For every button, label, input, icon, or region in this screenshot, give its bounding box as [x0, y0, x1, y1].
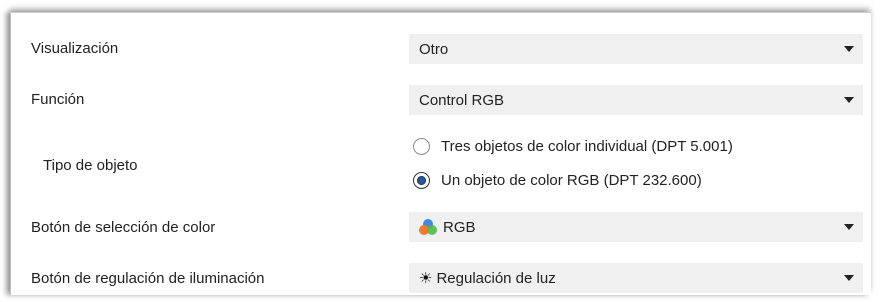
radio-option-label: Un objeto de color RGB (DPT 232.600): [441, 172, 702, 189]
dimming-dropdown[interactable]: ☀ Regulación de luz: [409, 263, 863, 293]
radio-option-label: Tres objetos de color individual (DPT 5.…: [441, 138, 733, 155]
function-label: Función: [31, 91, 85, 108]
color-selection-value: RGB: [443, 218, 476, 236]
brightness-icon: ☀: [419, 269, 433, 287]
visualization-label: Visualización: [31, 40, 119, 57]
color-selection-dropdown[interactable]: RGB: [409, 212, 863, 242]
chevron-down-icon: [844, 97, 854, 103]
settings-panel: Visualización Otro Función Control RGB T…: [10, 12, 871, 295]
visualization-dropdown[interactable]: Otro: [409, 34, 863, 64]
radio-option-individual[interactable]: Tres objetos de color individual (DPT 5.…: [413, 138, 733, 155]
chevron-down-icon: [844, 275, 854, 281]
dimming-label: Botón de regulación de iluminación: [31, 270, 265, 287]
radio-option-rgb[interactable]: Un objeto de color RGB (DPT 232.600): [413, 172, 702, 189]
chevron-down-icon: [844, 224, 854, 230]
rgb-color-icon: [419, 219, 437, 235]
object-type-label: Tipo de objeto: [43, 157, 138, 174]
function-dropdown[interactable]: Control RGB: [409, 85, 863, 115]
radio-button[interactable]: [413, 138, 430, 155]
radio-button-selected[interactable]: [413, 172, 430, 189]
chevron-down-icon: [844, 46, 854, 52]
color-selection-label: Botón de selección de color: [31, 219, 216, 236]
dimming-value: Regulación de luz: [436, 269, 556, 287]
visualization-value: Otro: [419, 40, 449, 58]
function-value: Control RGB: [419, 91, 505, 109]
